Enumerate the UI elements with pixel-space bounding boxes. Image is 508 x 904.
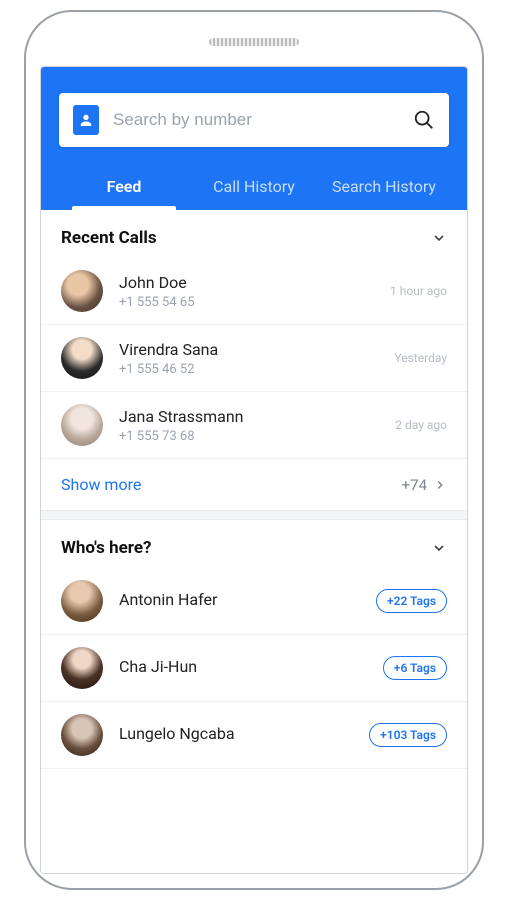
- tabs: Feed Call History Search History: [59, 165, 449, 210]
- whos-here-item[interactable]: Lungelo Ngcaba +103 Tags: [41, 702, 467, 769]
- content: Recent Calls John Doe +1 555 54 65 1 hou…: [41, 210, 467, 873]
- tag-count-pill[interactable]: +103 Tags: [369, 723, 447, 747]
- tag-count-pill[interactable]: +22 Tags: [376, 589, 447, 613]
- contact-number: +1 555 73 68: [119, 429, 387, 444]
- call-item-main: Jana Strassmann +1 555 73 68: [119, 407, 387, 444]
- tab-search-history[interactable]: Search History: [319, 165, 449, 210]
- contact-name: Jana Strassmann: [119, 407, 387, 426]
- contact-name: Cha Ji-Hun: [119, 657, 383, 676]
- contact-name: Virendra Sana: [119, 340, 386, 359]
- contact-number: +1 555 46 52: [119, 362, 386, 377]
- whos-here-main: Lungelo Ngcaba: [119, 724, 369, 746]
- whos-here-main: Cha Ji-Hun: [119, 657, 383, 679]
- avatar: [61, 404, 103, 446]
- whos-here-main: Antonin Hafer: [119, 590, 376, 612]
- section-title: Recent Calls: [61, 228, 157, 248]
- section-title: Who's here?: [61, 538, 152, 558]
- avatar: [61, 337, 103, 379]
- chevron-down-icon: [431, 540, 447, 556]
- search-icon[interactable]: [413, 109, 435, 131]
- call-item[interactable]: Jana Strassmann +1 555 73 68 2 day ago: [41, 392, 467, 459]
- section-header-recent-calls[interactable]: Recent Calls: [41, 210, 467, 258]
- avatar: [61, 270, 103, 312]
- tab-feed[interactable]: Feed: [59, 165, 189, 210]
- show-more-count: +74: [402, 476, 447, 494]
- contact-name: Antonin Hafer: [119, 590, 376, 609]
- whos-here-item[interactable]: Antonin Hafer +22 Tags: [41, 568, 467, 635]
- tab-call-history[interactable]: Call History: [189, 165, 319, 210]
- search-bar[interactable]: [59, 93, 449, 147]
- tag-count-pill[interactable]: +6 Tags: [383, 656, 447, 680]
- chevron-down-icon: [431, 230, 447, 246]
- search-input[interactable]: [113, 110, 413, 130]
- count-value: +74: [402, 476, 427, 494]
- contact-number: +1 555 54 65: [119, 295, 382, 310]
- whos-here-item[interactable]: Cha Ji-Hun +6 Tags: [41, 635, 467, 702]
- app-screen: Feed Call History Search History Recent …: [40, 66, 468, 874]
- call-item[interactable]: Virendra Sana +1 555 46 52 Yesterday: [41, 325, 467, 392]
- call-item-main: Virendra Sana +1 555 46 52: [119, 340, 386, 377]
- call-item[interactable]: John Doe +1 555 54 65 1 hour ago: [41, 258, 467, 325]
- contacts-icon: [73, 105, 99, 135]
- section-header-whos-here[interactable]: Who's here?: [41, 520, 467, 568]
- avatar: [61, 714, 103, 756]
- app-header: Feed Call History Search History: [41, 67, 467, 210]
- phone-speaker: [209, 38, 299, 46]
- show-more-recent-calls[interactable]: Show more +74: [41, 459, 467, 510]
- phone-frame: Feed Call History Search History Recent …: [24, 10, 484, 890]
- chevron-right-icon: [433, 478, 447, 492]
- contact-name: Lungelo Ngcaba: [119, 724, 369, 743]
- call-time: 1 hour ago: [390, 284, 447, 298]
- call-time: Yesterday: [394, 351, 447, 365]
- call-item-main: John Doe +1 555 54 65: [119, 273, 382, 310]
- show-more-label: Show more: [61, 475, 141, 494]
- call-time: 2 day ago: [395, 418, 447, 432]
- person-icon: [78, 111, 94, 129]
- avatar: [61, 580, 103, 622]
- contact-name: John Doe: [119, 273, 382, 292]
- section-divider: [41, 510, 467, 520]
- avatar: [61, 647, 103, 689]
